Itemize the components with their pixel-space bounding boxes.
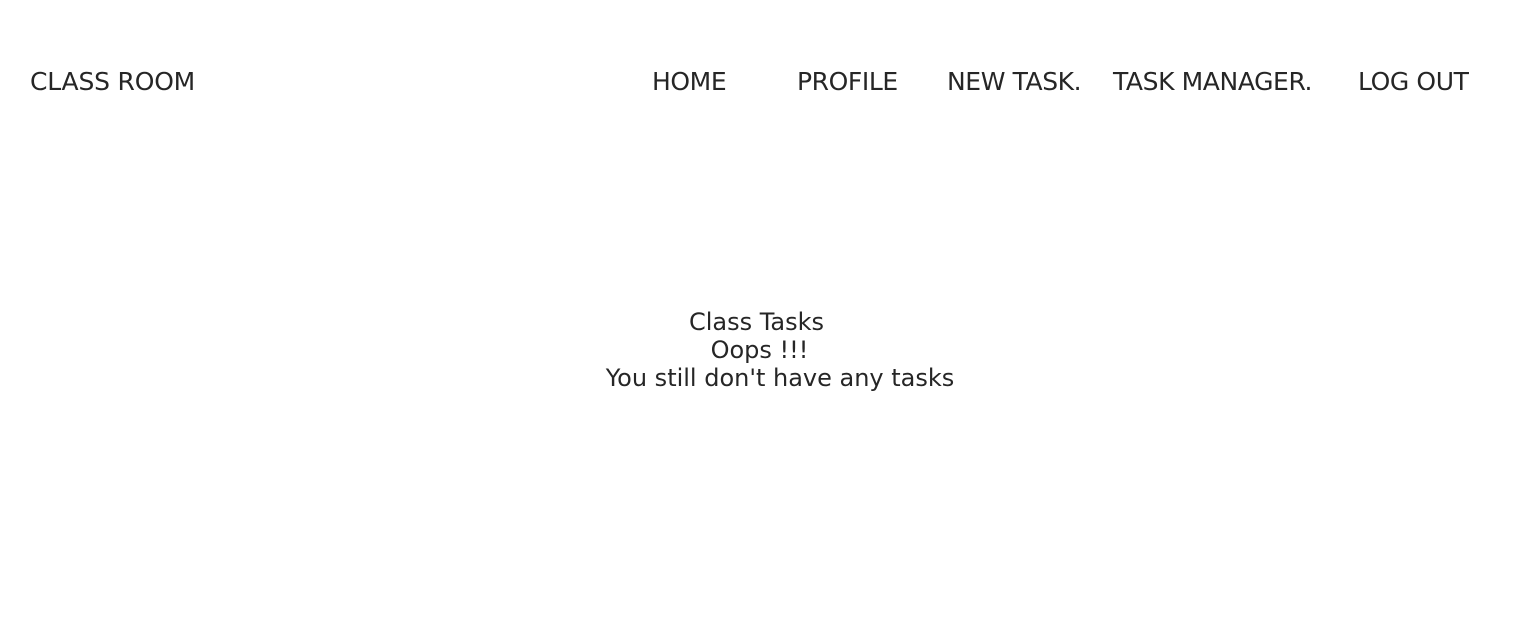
navbar: CLASS ROOM HOME PROFILE NEW TASK. TASK M…	[0, 0, 1536, 164]
page-title: Class Tasks	[688, 308, 825, 336]
nav-new-task-link[interactable]: NEW TASK.	[947, 64, 1082, 100]
nav-home-link[interactable]: HOME	[652, 64, 727, 100]
empty-state: Class Tasks Oops !!! You still don't hav…	[480, 308, 1080, 392]
empty-message: You still don't have any tasks	[605, 364, 955, 392]
brand-logo[interactable]: CLASS ROOM	[30, 64, 195, 100]
empty-oops-text: Oops !!!	[710, 336, 809, 364]
nav-log-out-link[interactable]: LOG OUT	[1358, 64, 1469, 100]
nav-task-manager-link[interactable]: TASK MANAGER.	[1113, 64, 1312, 100]
nav-profile-link[interactable]: PROFILE	[797, 64, 898, 100]
